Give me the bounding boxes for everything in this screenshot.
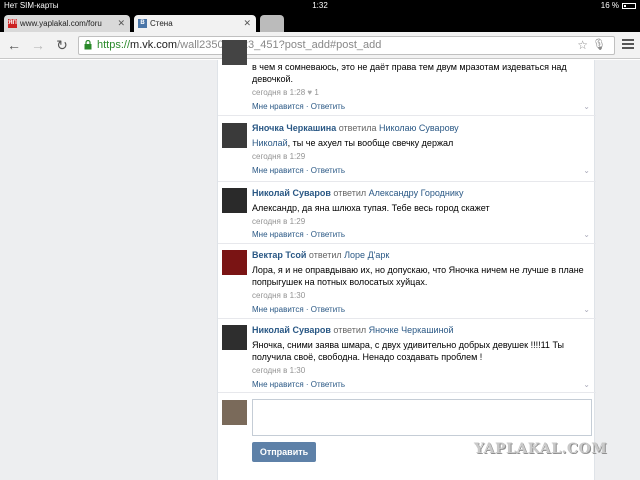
- reply-verb: ответила: [338, 123, 377, 133]
- comment-actions[interactable]: Мне нравится · Ответить: [252, 166, 345, 175]
- comment-date: сегодня в 1:28: [252, 88, 306, 97]
- comment-item: Вектар Тсой ответил Лоре Д'арк Лора, я и…: [218, 244, 596, 319]
- battery-icon: [622, 3, 636, 9]
- tab-title: www.yaplakal.com/foru: [20, 19, 102, 28]
- comment-actions[interactable]: Мне нравится · Ответить: [252, 380, 345, 389]
- comment-date: сегодня в 1:30: [252, 366, 306, 375]
- comment-item: Николай Суваров ответил Яночке Черкашино…: [218, 319, 596, 393]
- comment-header: Яночка Черкашина ответила Николаю Суваро…: [252, 122, 588, 134]
- reload-icon[interactable]: ↻: [53, 36, 71, 54]
- menu-icon[interactable]: [622, 39, 634, 51]
- comment-date: сегодня в 1:29: [252, 152, 306, 161]
- vk-favicon-icon: B: [138, 19, 147, 28]
- chevron-down-icon[interactable]: ⌄: [583, 305, 590, 314]
- comment-actions[interactable]: Мне нравится · Ответить: [252, 102, 345, 111]
- chevron-down-icon[interactable]: ⌄: [583, 102, 590, 111]
- reply-target[interactable]: Александру Городнику: [369, 188, 464, 198]
- comment-actions[interactable]: Мне нравится · Ответить: [252, 230, 345, 239]
- comment-header: Николай Суваров ответил Яночке Черкашино…: [252, 324, 588, 336]
- forward-arrow-icon[interactable]: →: [29, 36, 47, 54]
- tab-stena[interactable]: B Стена ✕: [134, 15, 256, 32]
- comment-date: сегодня в 1:29: [252, 217, 306, 226]
- avatar[interactable]: [222, 325, 247, 350]
- avatar[interactable]: [222, 188, 247, 213]
- comment-header: Вектар Тсой ответил Лоре Д'арк: [252, 249, 588, 261]
- url-scheme: https://: [97, 39, 131, 51]
- tab-title: Стена: [150, 19, 173, 28]
- lock-icon: [84, 40, 92, 50]
- battery-status: 16 %: [601, 0, 636, 12]
- comment-author[interactable]: Николай Суваров: [252, 188, 331, 198]
- my-avatar: [222, 400, 247, 425]
- yaplakal-favicon-icon: ЯП: [8, 19, 17, 28]
- tab-yaplakal[interactable]: ЯП www.yaplakal.com/foru ✕: [4, 15, 130, 32]
- comment-author[interactable]: Вектар Тсой: [252, 250, 306, 260]
- comment-text: Александр, да яна шлюха тупая. Тебе весь…: [252, 203, 490, 213]
- url-host: m.vk.com: [130, 39, 178, 51]
- comment-text: в чем я сомневаюсь, это не даёт права те…: [252, 62, 567, 84]
- comment-item: Яночка Черкашина ответила Николаю Суваро…: [218, 117, 596, 182]
- comment-item: Николай Суваров ответил Александру Город…: [218, 182, 596, 244]
- site-watermark: YAPLAKAL.COM: [474, 441, 608, 457]
- mention-link[interactable]: Николай: [252, 138, 288, 148]
- chevron-down-icon[interactable]: ⌄: [583, 380, 590, 389]
- comment-meta: сегодня в 1:28 ♥ 1: [252, 87, 588, 98]
- chevron-down-icon[interactable]: ⌄: [583, 230, 590, 239]
- back-arrow-icon[interactable]: ←: [5, 36, 23, 54]
- reply-target[interactable]: Яночке Черкашиной: [369, 325, 454, 335]
- send-button[interactable]: Отправить: [252, 442, 316, 462]
- page-background: в чем я сомневаюсь, это не даёт права те…: [0, 40, 640, 480]
- bookmark-star-icon[interactable]: ☆: [577, 37, 588, 54]
- status-bar: Нет SIM-карты 1:32 16 %: [0, 0, 640, 12]
- comment-item: в чем я сомневаюсь, это не даёт права те…: [218, 40, 596, 116]
- browser-toolbar: ← → ↻ https://m.vk.com/wall235020923_451…: [0, 32, 640, 59]
- reply-verb: ответил: [308, 250, 342, 260]
- avatar[interactable]: [222, 40, 247, 65]
- comment-header: Николай Суваров ответил Александру Город…: [252, 187, 588, 199]
- comment-author[interactable]: Николай Суваров: [252, 325, 331, 335]
- tab-strip: ЯП www.yaplakal.com/foru ✕ B Стена ✕: [0, 12, 640, 32]
- heart-icon[interactable]: ♥: [307, 88, 312, 97]
- comment-date: сегодня в 1:30: [252, 291, 306, 300]
- avatar[interactable]: [222, 250, 247, 275]
- battery-percent: 16 %: [600, 1, 619, 10]
- reply-target[interactable]: Николаю Суварову: [379, 123, 459, 133]
- new-tab-button[interactable]: [260, 15, 284, 32]
- url-path: /wall235020923_451?post_add#post_add: [177, 39, 382, 51]
- comment-actions[interactable]: Мне нравится · Ответить: [252, 305, 345, 314]
- avatar[interactable]: [222, 123, 247, 148]
- clock: 1:32: [312, 1, 328, 10]
- reply-verb: ответил: [333, 325, 367, 335]
- reply-textarea[interactable]: [252, 399, 592, 436]
- reply-target[interactable]: Лоре Д'арк: [344, 250, 389, 260]
- comments-panel: в чем я сомневаюсь, это не даёт права те…: [217, 40, 596, 480]
- microphone-icon[interactable]: 🎙: [592, 37, 606, 54]
- chevron-down-icon[interactable]: ⌄: [583, 166, 590, 175]
- comment-author[interactable]: Яночка Черкашина: [252, 123, 336, 133]
- comment-text: Яночка, сними заява шмара, с двух удивит…: [252, 340, 565, 362]
- address-bar[interactable]: https://m.vk.com/wall235020923_451?post_…: [78, 36, 615, 55]
- close-tab-icon[interactable]: ✕: [243, 15, 251, 32]
- close-tab-icon[interactable]: ✕: [117, 15, 125, 32]
- comment-text: Лора, я и не оправдываю их, но допускаю,…: [252, 265, 584, 287]
- reply-verb: ответил: [333, 188, 367, 198]
- comment-text: Николай, ты че ахуел ты вообще свечку де…: [252, 137, 588, 149]
- like-count: 1: [314, 88, 319, 97]
- comment-text-body: , ты че ахуел ты вообще свечку держал: [287, 138, 454, 148]
